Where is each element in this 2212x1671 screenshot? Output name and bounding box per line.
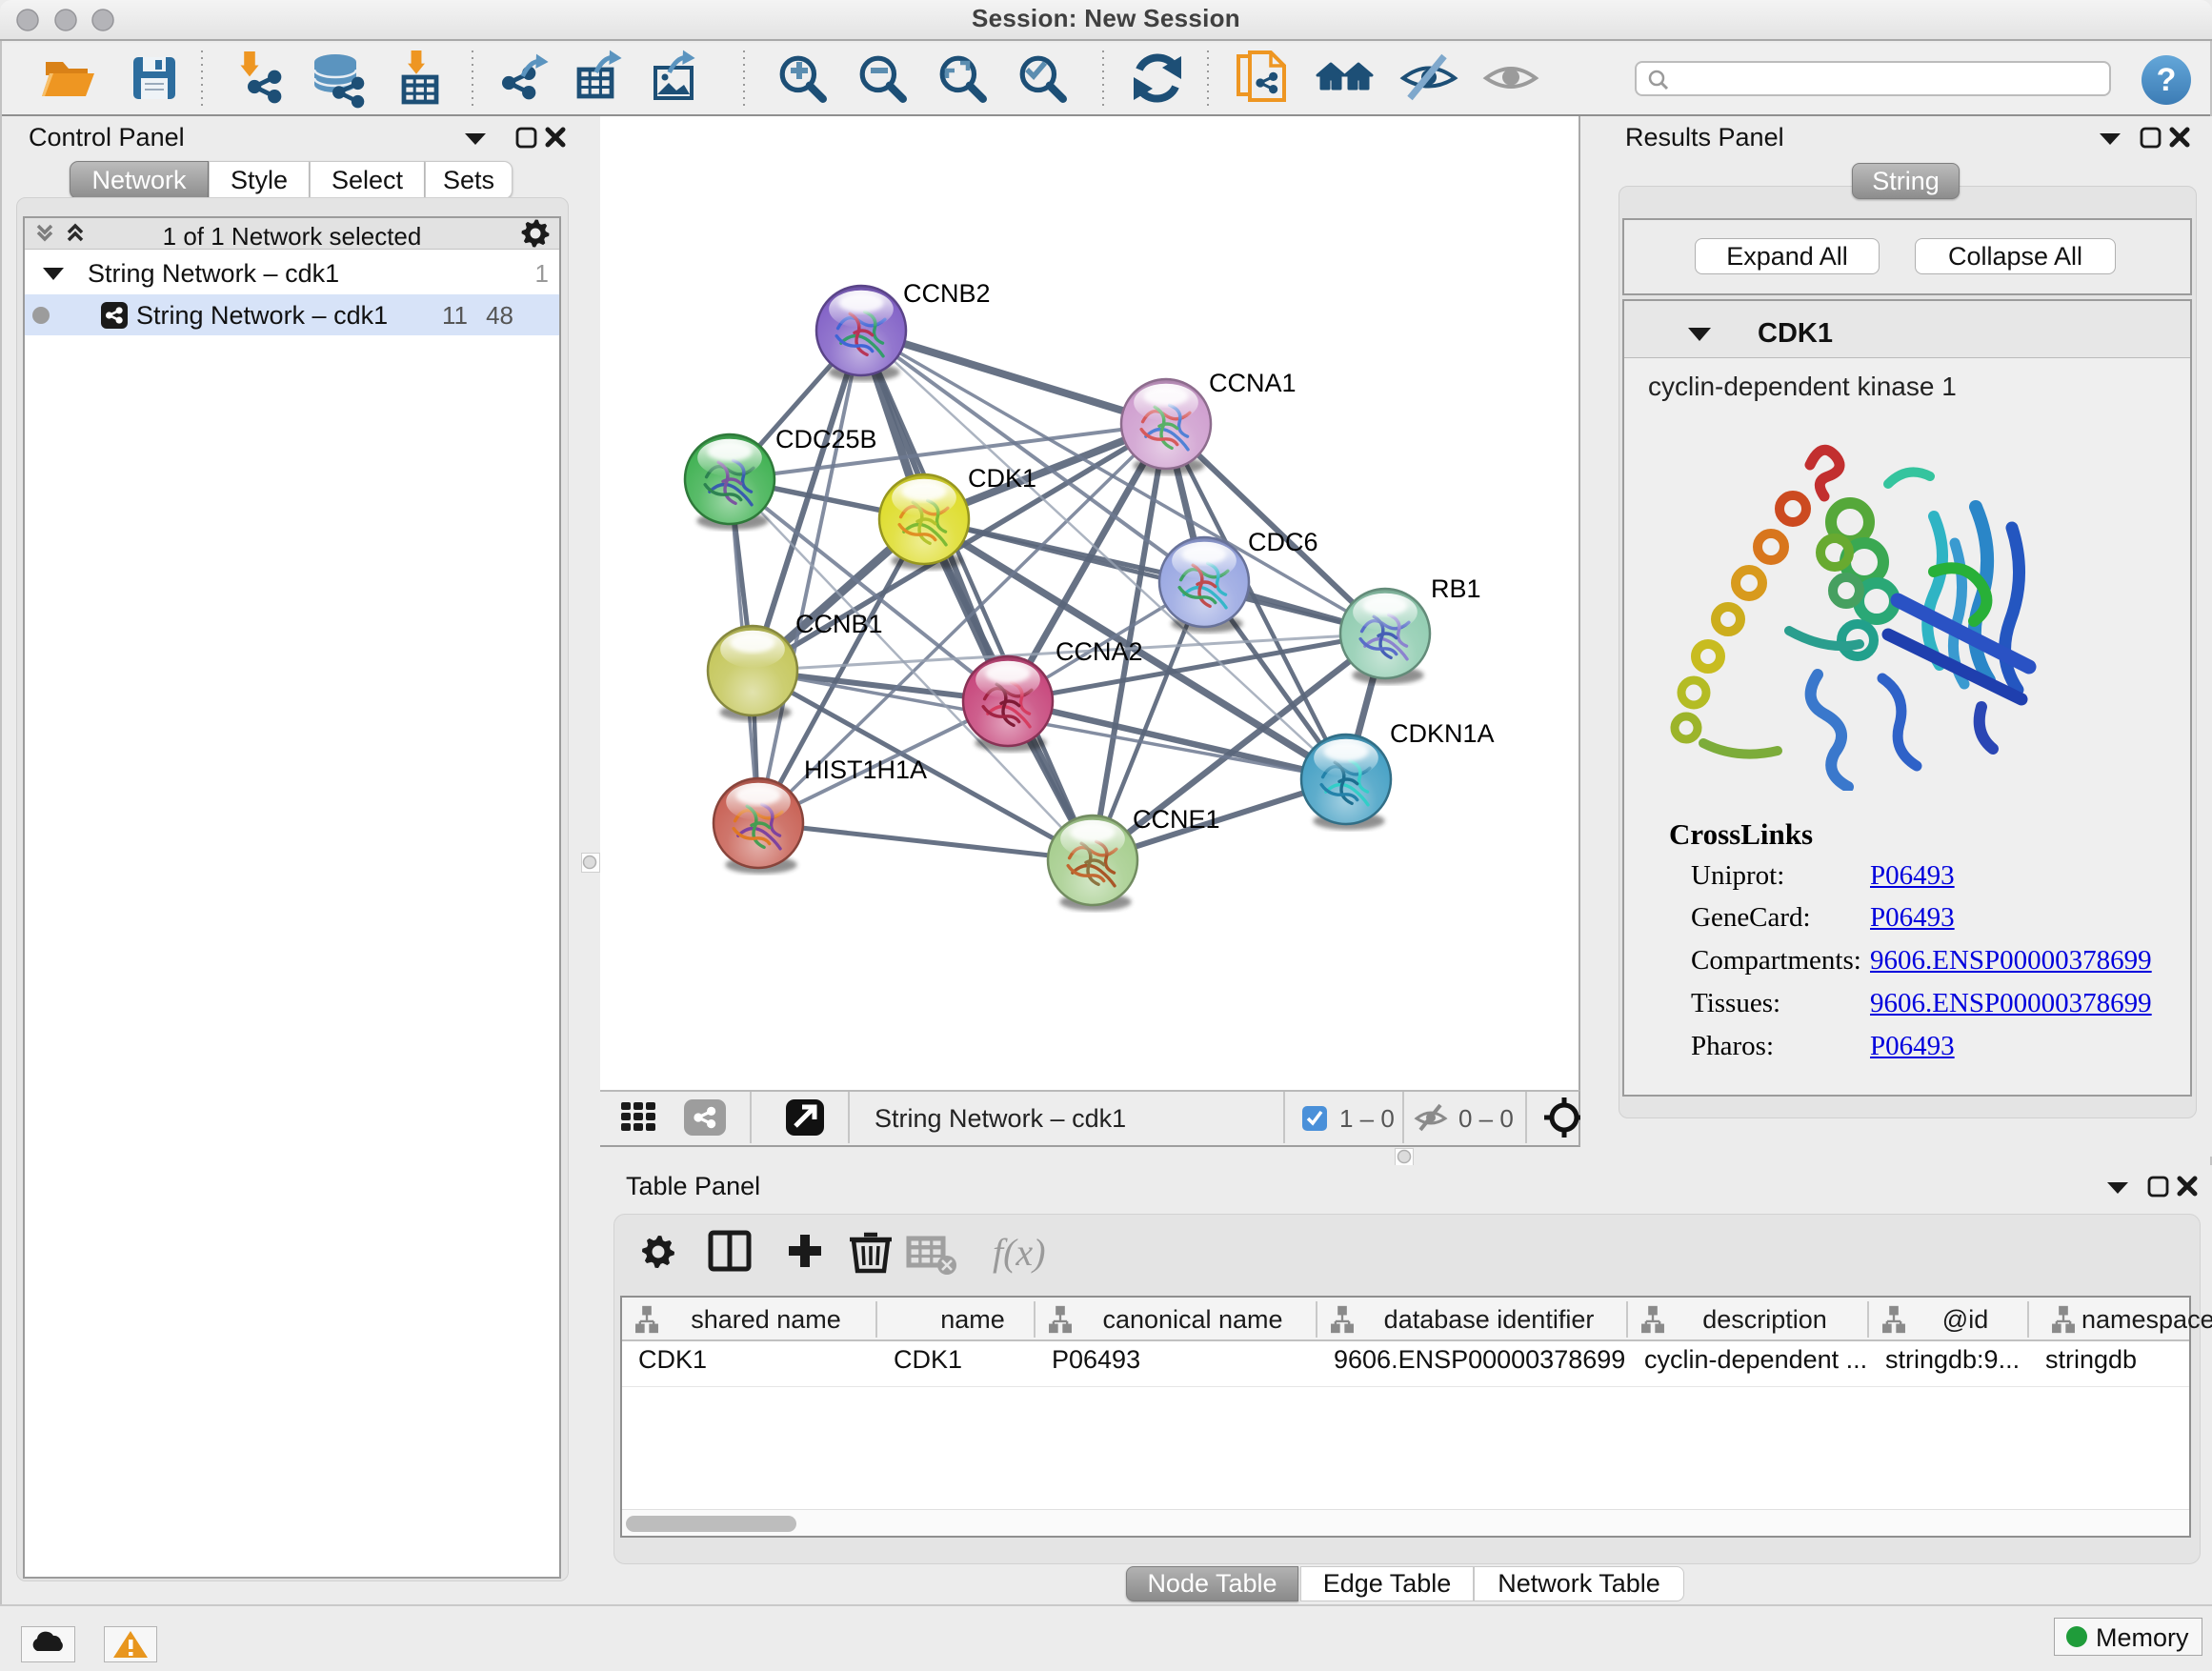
svg-text:String Network – cdk1: String Network – cdk1 [875,1104,1126,1133]
svg-text:RB1: RB1 [1431,574,1481,603]
svg-text:CCNE1: CCNE1 [1133,805,1220,834]
svg-text:CCNB1: CCNB1 [795,610,883,638]
svg-text:CCNA1: CCNA1 [1209,369,1297,397]
svg-text:CCNB2: CCNB2 [903,279,991,308]
svg-text:CCNA2: CCNA2 [1056,637,1143,666]
svg-text:CDK1: CDK1 [968,464,1036,493]
svg-text:0 – 0: 0 – 0 [1458,1104,1514,1133]
svg-text:1 – 0: 1 – 0 [1339,1104,1395,1133]
svg-text:CDC6: CDC6 [1248,528,1318,556]
svg-text:CDC25B: CDC25B [775,425,877,453]
svg-text:CDKN1A: CDKN1A [1390,719,1495,748]
svg-text:f(x): f(x) [993,1231,1046,1274]
svg-text:HIST1H1A: HIST1H1A [804,755,927,784]
